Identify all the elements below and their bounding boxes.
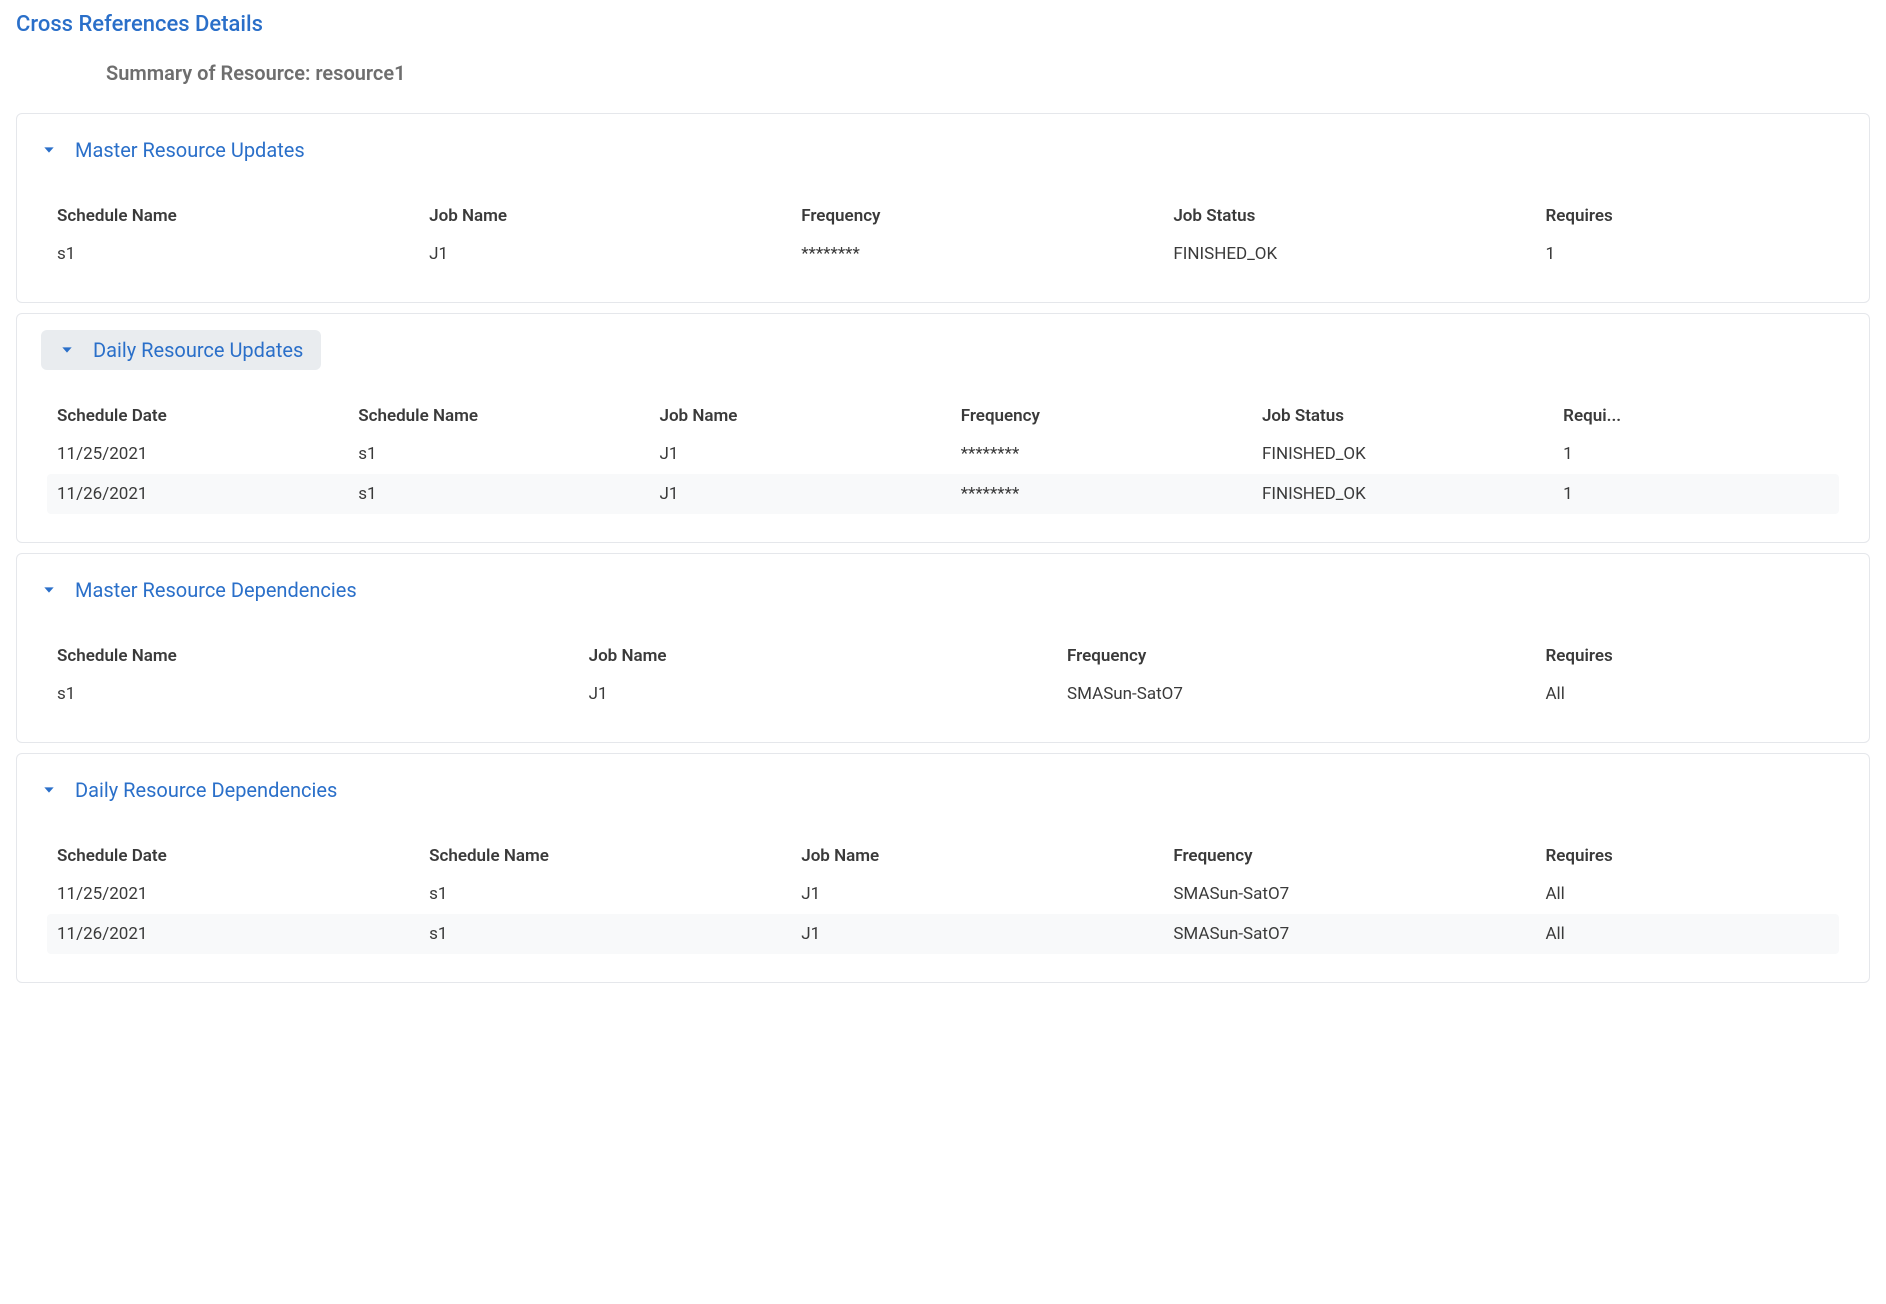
col-frequency[interactable]: Frequency: [1067, 646, 1545, 666]
col-job-status[interactable]: Job Status: [1262, 406, 1563, 426]
col-requires[interactable]: Requires: [1545, 846, 1829, 866]
col-schedule-name[interactable]: Schedule Name: [358, 406, 659, 426]
table-row[interactable]: 11/25/2021 s1 J1 ******** FINISHED_OK 1: [47, 434, 1839, 474]
cell-frequency: ********: [961, 484, 1262, 504]
cell-job-name: J1: [801, 884, 1173, 904]
col-frequency[interactable]: Frequency: [961, 406, 1262, 426]
col-schedule-date[interactable]: Schedule Date: [57, 406, 358, 426]
cell-job-name: J1: [429, 244, 801, 264]
table-row[interactable]: 11/26/2021 s1 J1 SMASun-SatO7 All: [47, 914, 1839, 954]
cell-schedule-date: 11/25/2021: [57, 444, 358, 464]
resource-summary: Summary of Resource: resource1: [106, 61, 1870, 85]
cell-schedule-name: s1: [358, 484, 659, 504]
cell-frequency: SMASun-SatO7: [1173, 884, 1545, 904]
col-requires[interactable]: Requi...: [1563, 406, 1829, 426]
cell-schedule-name: s1: [57, 684, 589, 704]
table-master-updates: Schedule Name Job Name Frequency Job Sta…: [47, 198, 1839, 274]
cell-job-status: FINISHED_OK: [1173, 244, 1545, 264]
section-title: Daily Resource Updates: [93, 338, 303, 362]
cell-schedule-date: 11/25/2021: [57, 884, 429, 904]
col-schedule-name[interactable]: Schedule Name: [429, 846, 801, 866]
panel-master-resource-updates: Master Resource Updates Schedule Name Jo…: [16, 113, 1870, 303]
chevron-down-icon: [59, 342, 75, 358]
table-row[interactable]: s1 J1 SMASun-SatO7 All: [47, 674, 1839, 714]
col-frequency[interactable]: Frequency: [1173, 846, 1545, 866]
cell-requires: 1: [1563, 484, 1829, 504]
chevron-down-icon: [41, 782, 57, 798]
table-row[interactable]: 11/26/2021 s1 J1 ******** FINISHED_OK 1: [47, 474, 1839, 514]
cell-requires: 1: [1545, 244, 1829, 264]
col-schedule-date[interactable]: Schedule Date: [57, 846, 429, 866]
table-daily-dependencies: Schedule Date Schedule Name Job Name Fre…: [47, 838, 1839, 954]
cell-job-name: J1: [659, 444, 960, 464]
panel-daily-resource-updates: Daily Resource Updates Schedule Date Sch…: [16, 313, 1870, 543]
section-toggle-daily-updates[interactable]: Daily Resource Updates: [41, 330, 321, 370]
cell-schedule-name: s1: [429, 924, 801, 944]
chevron-down-icon: [41, 142, 57, 158]
table-row[interactable]: s1 J1 ******** FINISHED_OK 1: [47, 234, 1839, 274]
table-master-dependencies: Schedule Name Job Name Frequency Require…: [47, 638, 1839, 714]
section-toggle-daily-dependencies[interactable]: Daily Resource Dependencies: [41, 770, 353, 810]
cell-job-status: FINISHED_OK: [1262, 484, 1563, 504]
col-frequency[interactable]: Frequency: [801, 206, 1173, 226]
cell-schedule-name: s1: [429, 884, 801, 904]
cell-job-name: J1: [801, 924, 1173, 944]
cell-job-name: J1: [589, 684, 1067, 704]
cell-frequency: ********: [961, 444, 1262, 464]
cell-frequency: ********: [801, 244, 1173, 264]
section-title: Master Resource Dependencies: [75, 578, 357, 602]
cell-frequency: SMASun-SatO7: [1067, 684, 1545, 704]
table-row[interactable]: 11/25/2021 s1 J1 SMASun-SatO7 All: [47, 874, 1839, 914]
table-daily-updates: Schedule Date Schedule Name Job Name Fre…: [47, 398, 1839, 514]
cell-schedule-name: s1: [57, 244, 429, 264]
cell-schedule-date: 11/26/2021: [57, 484, 358, 504]
col-requires[interactable]: Requires: [1545, 646, 1829, 666]
cell-schedule-date: 11/26/2021: [57, 924, 429, 944]
cell-requires: All: [1545, 684, 1829, 704]
col-schedule-name[interactable]: Schedule Name: [57, 206, 429, 226]
col-job-name[interactable]: Job Name: [589, 646, 1067, 666]
table-header-row: Schedule Date Schedule Name Job Name Fre…: [47, 398, 1839, 434]
cell-requires: All: [1545, 924, 1829, 944]
col-requires[interactable]: Requires: [1545, 206, 1829, 226]
col-job-status[interactable]: Job Status: [1173, 206, 1545, 226]
col-job-name[interactable]: Job Name: [659, 406, 960, 426]
cell-job-name: J1: [659, 484, 960, 504]
cell-frequency: SMASun-SatO7: [1173, 924, 1545, 944]
chevron-down-icon: [41, 582, 57, 598]
cell-schedule-name: s1: [358, 444, 659, 464]
cell-requires: 1: [1563, 444, 1829, 464]
page-title: Cross References Details: [16, 12, 1870, 37]
table-header-row: Schedule Name Job Name Frequency Require…: [47, 638, 1839, 674]
section-toggle-master-dependencies[interactable]: Master Resource Dependencies: [41, 570, 373, 610]
cell-requires: All: [1545, 884, 1829, 904]
table-header-row: Schedule Name Job Name Frequency Job Sta…: [47, 198, 1839, 234]
panel-daily-resource-dependencies: Daily Resource Dependencies Schedule Dat…: [16, 753, 1870, 983]
col-schedule-name[interactable]: Schedule Name: [57, 646, 589, 666]
section-title: Master Resource Updates: [75, 138, 305, 162]
section-toggle-master-updates[interactable]: Master Resource Updates: [41, 130, 321, 170]
section-title: Daily Resource Dependencies: [75, 778, 337, 802]
col-job-name[interactable]: Job Name: [429, 206, 801, 226]
cell-job-status: FINISHED_OK: [1262, 444, 1563, 464]
panel-master-resource-dependencies: Master Resource Dependencies Schedule Na…: [16, 553, 1870, 743]
table-header-row: Schedule Date Schedule Name Job Name Fre…: [47, 838, 1839, 874]
col-job-name[interactable]: Job Name: [801, 846, 1173, 866]
